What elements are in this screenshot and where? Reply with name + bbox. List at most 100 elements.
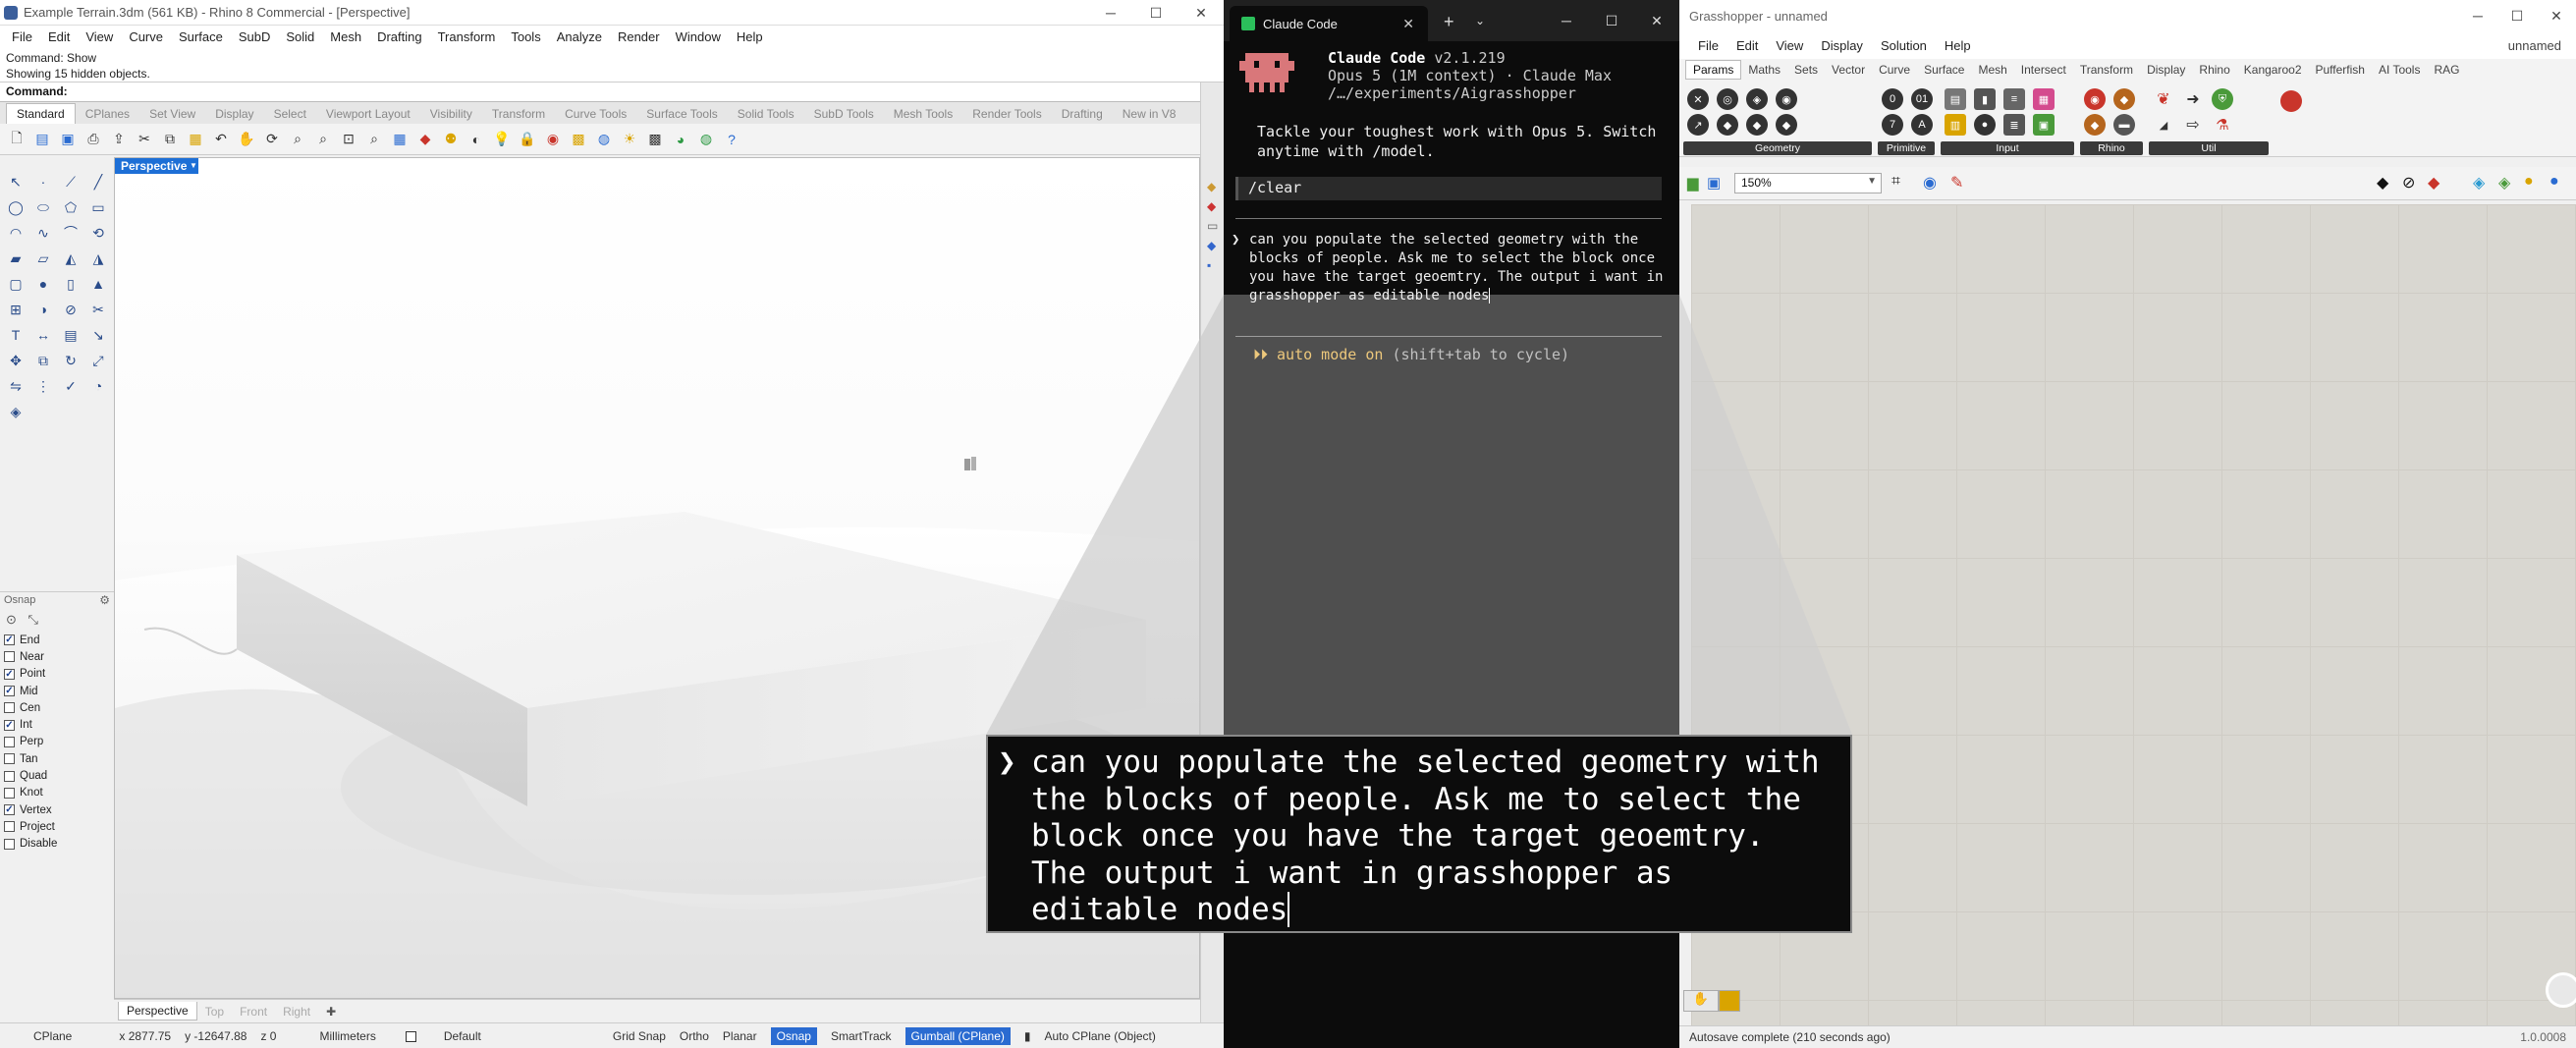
offset-icon[interactable]: ⟲ (86, 222, 110, 244)
osnap-item-point[interactable]: ✓ Point (0, 666, 114, 683)
close-icon[interactable]: ✕ (1634, 0, 1679, 41)
checkbox-icon[interactable] (4, 753, 15, 765)
sketch-icon[interactable]: ⌗ (1891, 173, 1900, 191)
gh-tab[interactable]: Vector (1825, 61, 1872, 79)
viewport-tab-front[interactable]: Front (232, 1003, 275, 1020)
mesh-quality-icon[interactable]: ◈ (2473, 173, 2485, 193)
sweep-icon[interactable]: ◮ (86, 248, 110, 269)
rotate-icon[interactable]: ↻ (59, 350, 82, 371)
status-units[interactable]: Millimeters (319, 1029, 375, 1043)
menu-window[interactable]: Window (668, 29, 729, 44)
paste-icon[interactable]: ▦ (185, 129, 206, 150)
canvas-hand-icon[interactable]: ✋ (1683, 990, 1719, 1012)
gh-tab[interactable]: Intersect (2014, 61, 2073, 79)
import-icon[interactable]: ⇪ (108, 129, 130, 150)
viewport-layout-icon[interactable]: ▦ (389, 129, 411, 150)
mesh-settings-icon[interactable]: ◈ (2498, 173, 2510, 193)
util-shield-icon[interactable]: ⛨ (2212, 88, 2233, 110)
close-icon[interactable]: ✕ (2537, 0, 2576, 31)
shaded-icon[interactable]: ◆ (2428, 173, 2439, 193)
fillet-icon[interactable]: ⌒ (59, 222, 82, 244)
status-planar[interactable]: Planar (723, 1029, 757, 1043)
rhino-layer-icon[interactable]: ◆ (2113, 88, 2135, 110)
command-prompt[interactable]: Command: (0, 83, 1224, 102)
boolean-icon[interactable]: ◑ (31, 299, 55, 320)
checkbox-icon[interactable] (4, 736, 15, 747)
toolbar-tab[interactable]: Curve Tools (555, 104, 636, 124)
toolbar-tab[interactable]: Surface Tools (636, 104, 728, 124)
input-toggle-icon[interactable]: ▮ (1974, 88, 1996, 110)
input-panel-icon[interactable]: ▤ (1945, 88, 1966, 110)
input-color-icon[interactable]: ▦ (2033, 88, 2055, 110)
surface-icon[interactable]: ▰ (4, 248, 27, 269)
gh-tab[interactable]: Transform (2073, 61, 2140, 79)
input-gradient-icon[interactable]: ▥ (1945, 114, 1966, 136)
curve-icon[interactable]: ∿ (31, 222, 55, 244)
util-arrow-icon[interactable]: ➜ (2182, 88, 2204, 110)
auto-mode-indicator[interactable]: ⏵⏵ auto mode on (shift+tab to cycle) (1253, 346, 1569, 363)
panel-display-icon[interactable]: ▭ (1207, 216, 1224, 236)
hatch-icon[interactable]: ▤ (59, 324, 82, 346)
osnap-item-near[interactable]: Near (0, 648, 114, 665)
polygon-icon[interactable]: ⬠ (59, 196, 82, 218)
param-number-icon[interactable]: 0 (1882, 88, 1903, 110)
cone-icon[interactable]: ▲ (86, 273, 110, 295)
osnap-item-cen[interactable]: Cen (0, 699, 114, 716)
param-circle-icon[interactable]: ✕ (1687, 88, 1709, 110)
gh-menu-solution[interactable]: Solution (1872, 38, 1936, 53)
menu-mesh[interactable]: Mesh (322, 29, 369, 44)
mirror-icon[interactable]: ⇋ (4, 375, 27, 397)
move-icon[interactable]: ✥ (4, 350, 27, 371)
check-icon[interactable]: ✓ (59, 375, 82, 397)
status-gumball[interactable]: Gumball (CPlane) (904, 1026, 1011, 1045)
gh-tab[interactable]: Display (2140, 61, 2192, 79)
menu-subd[interactable]: SubD (231, 29, 279, 44)
select-icon[interactable]: ⚉ (440, 129, 462, 150)
save-file-icon[interactable]: ▣ (1707, 174, 1721, 192)
lock-icon[interactable]: 🔒 (517, 129, 538, 150)
gh-menu-view[interactable]: View (1767, 38, 1812, 53)
mesh-icon[interactable]: ⊞ (4, 299, 27, 320)
toolbar-tab[interactable]: Select (264, 104, 316, 124)
checkbox-checked-icon[interactable]: ✓ (4, 719, 15, 731)
gh-tab[interactable]: Maths (1741, 61, 1787, 79)
dimension-icon[interactable]: ↔ (31, 324, 55, 346)
zoom-window-icon[interactable]: ⌕ (312, 129, 334, 150)
menu-file[interactable]: File (4, 29, 40, 44)
material-icon[interactable]: ◕ (670, 129, 691, 150)
menu-surface[interactable]: Surface (171, 29, 231, 44)
gh-tab[interactable]: Mesh (1971, 61, 2013, 79)
chevron-down-icon[interactable]: ⌄ (1475, 14, 1485, 28)
gh-menu-display[interactable]: Display (1812, 38, 1872, 53)
pan-icon[interactable]: ✋ (236, 129, 257, 150)
gh-menu-help[interactable]: Help (1936, 38, 1980, 53)
copy-obj-icon[interactable]: ⧉ (31, 350, 55, 371)
environment-icon[interactable]: ◍ (695, 129, 717, 150)
rhino-object-icon[interactable]: ◆ (2084, 114, 2106, 136)
navigation-compass-icon[interactable] (2546, 972, 2576, 1008)
zoom-icon[interactable]: ⌕ (287, 129, 308, 150)
preview-mode-icon[interactable]: ◆ (2377, 173, 2388, 193)
viewport-label[interactable]: Perspective (115, 158, 193, 174)
point-icon[interactable]: · (31, 171, 55, 193)
toolbar-tab[interactable]: Render Tools (962, 104, 1052, 124)
zoom-selected-icon[interactable]: ⌕ (363, 129, 385, 150)
print-icon[interactable]: ⎙ (82, 129, 104, 150)
toolbar-tab[interactable]: Display (205, 104, 263, 124)
car-icon[interactable]: ◆ (414, 129, 436, 150)
osnap-item-tan[interactable]: Tan (0, 750, 114, 767)
param-mesh-icon[interactable]: ◉ (1776, 88, 1797, 110)
menu-solid[interactable]: Solid (278, 29, 322, 44)
color-wheel-icon[interactable]: ◉ (542, 129, 564, 150)
osnap-item-knot[interactable]: Knot (0, 785, 114, 801)
param-text-icon[interactable]: A (1911, 114, 1933, 136)
split-icon[interactable]: ⊘ (59, 299, 82, 320)
toolbar-tab[interactable]: Standard (6, 103, 76, 124)
maximize-icon[interactable]: ☐ (1589, 0, 1634, 41)
gh-tab[interactable]: Kangaroo2 (2237, 61, 2309, 79)
gh-tab[interactable]: Params (1685, 60, 1742, 80)
loft-icon[interactable]: ◭ (59, 248, 82, 269)
arc-icon[interactable]: ◠ (4, 222, 27, 244)
hide-icon[interactable]: ◐ (466, 129, 487, 150)
status-ortho[interactable]: Ortho (680, 1029, 709, 1043)
